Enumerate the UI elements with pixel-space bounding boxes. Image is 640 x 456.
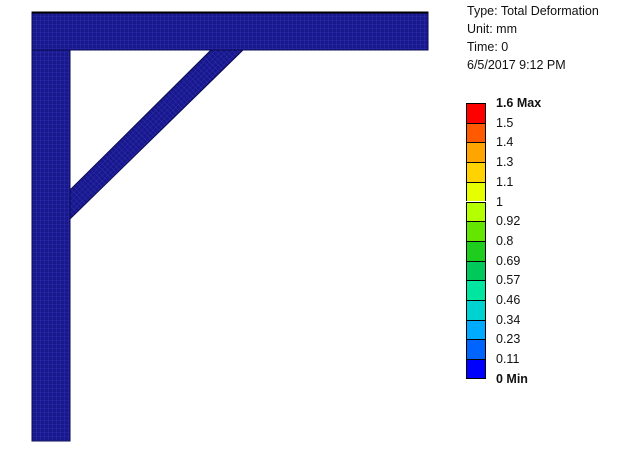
legend-level-label: 1.5 bbox=[496, 115, 514, 130]
result-date-text: 6/5/2017 9:12 PM bbox=[467, 58, 566, 72]
horizontal-beam[interactable] bbox=[31, 11, 429, 51]
legend-color-band bbox=[466, 359, 486, 379]
result-info-panel: Type: Total Deformation Unit: mm Time: 0… bbox=[467, 2, 599, 74]
result-type-text: Type: Total Deformation bbox=[467, 4, 599, 18]
legend-color-band bbox=[466, 122, 486, 143]
contour-legend[interactable]: 1.6 Max 1.5 1.4 1.3 1.1 1 0.92 0.8 0.69 0.57 0.46 0… bbox=[466, 96, 586, 391]
legend-level-label: 0.69 bbox=[496, 253, 521, 268]
legend-level-label: 1.4 bbox=[496, 135, 514, 150]
legend-color-band bbox=[466, 300, 486, 320]
legend-color-band bbox=[466, 319, 486, 340]
legend-color-band bbox=[466, 181, 486, 202]
legend-level-label: 1 bbox=[496, 194, 503, 209]
legend-level-label: 0.34 bbox=[496, 312, 521, 327]
legend-color-band bbox=[466, 260, 486, 281]
legend-min-label: 0 Min bbox=[496, 371, 528, 386]
legend-color-band bbox=[466, 280, 486, 300]
result-unit-text: Unit: mm bbox=[467, 22, 517, 36]
legend-level-label: 0.57 bbox=[496, 273, 521, 288]
legend-color-band bbox=[466, 339, 486, 360]
legend-color-band bbox=[466, 240, 486, 261]
legend-color-band bbox=[466, 142, 486, 163]
legend-level-label: 0.92 bbox=[496, 214, 521, 229]
legend-color-band bbox=[466, 201, 486, 222]
legend-level-label: 1.3 bbox=[496, 155, 514, 170]
diagonal-brace[interactable] bbox=[69, 49, 245, 221]
legend-max-label: 1.6 Max bbox=[496, 96, 542, 110]
vertical-column[interactable] bbox=[31, 11, 71, 442]
legend-level-label: 0.23 bbox=[496, 332, 521, 347]
legend-level-label: 0.8 bbox=[496, 233, 514, 248]
result-time-text: Time: 0 bbox=[467, 40, 509, 54]
legend-color-band bbox=[466, 162, 486, 182]
legend-color-band bbox=[466, 103, 486, 123]
legend-level-label: 1.1 bbox=[496, 174, 514, 189]
legend-level-label: 0.11 bbox=[496, 352, 520, 367]
legend-color-band bbox=[466, 221, 486, 241]
legend-level-label: 0.46 bbox=[496, 293, 521, 307]
